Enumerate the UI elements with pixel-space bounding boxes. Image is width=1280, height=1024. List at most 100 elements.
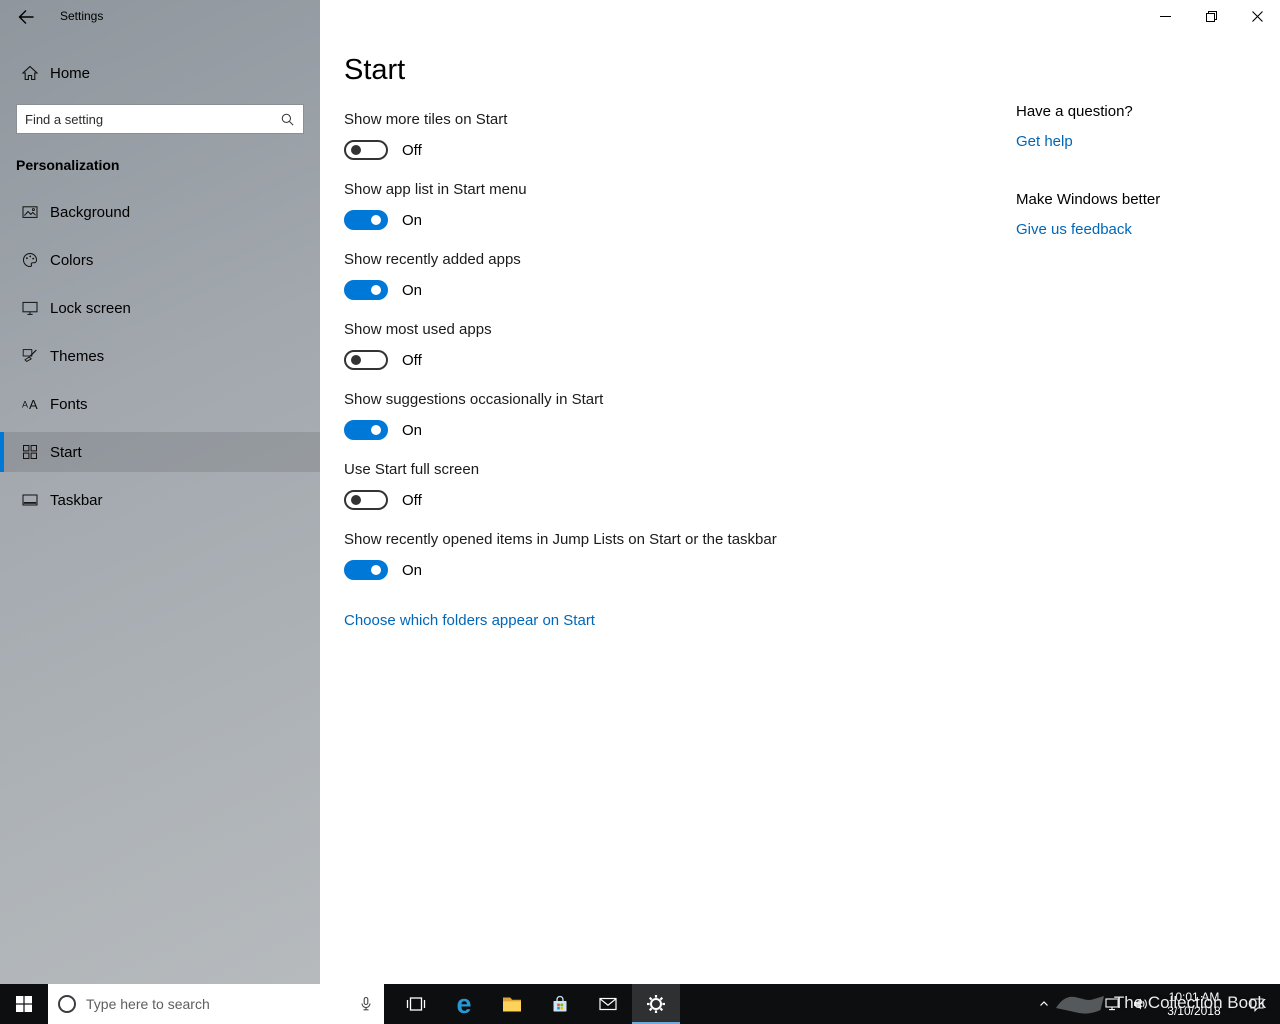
toggle-state-label: On [402,421,423,439]
fonts-icon: AA [22,396,38,412]
setting-show-suggestions: Show suggestions occasionally in Start O… [344,390,904,442]
windows-logo-icon [16,996,32,1012]
show-hidden-icons-button[interactable] [1030,984,1058,1024]
settings-taskbar-button[interactable] [632,984,680,1024]
give-feedback-link[interactable]: Give us feedback [1016,221,1132,238]
get-help-link[interactable]: Get help [1016,133,1073,150]
toggle-switch[interactable] [344,280,388,300]
gear-icon [646,994,666,1014]
setting-label: Show app list in Start menu [344,181,527,198]
lockscreen-icon [22,300,38,316]
page-title: Start [344,54,406,86]
volume-tray-button[interactable] [1126,984,1154,1024]
toggle-switch[interactable] [344,420,388,440]
caption-controls [1142,0,1280,32]
sidebar-item-start[interactable]: Start [0,432,320,472]
microphone-icon[interactable] [358,996,374,1012]
toggle-switch[interactable] [344,560,388,580]
edge-icon: e [456,988,472,1019]
toggle-knob [371,425,381,435]
setting-label: Use Start full screen [344,461,480,478]
svg-text:A: A [29,397,38,412]
chevron-up-icon [1038,998,1050,1010]
screen: Settings Home Personalization [0,0,1280,1024]
setting-label: Show more tiles on Start [344,111,508,128]
sidebar-item-label: Home [50,64,91,82]
network-icon [1104,996,1120,1012]
restore-button[interactable] [1188,0,1234,32]
toggle-state-label: On [402,281,423,299]
toggle-switch[interactable] [344,210,388,230]
cortana-icon [58,995,76,1013]
action-center-button[interactable] [1234,984,1280,1024]
toggle-state-label: On [402,561,423,579]
mail-icon [597,993,619,1015]
make-windows-better-title: Make Windows better [1016,191,1161,208]
sidebar-item-lock-screen[interactable]: Lock screen [0,288,320,328]
search-icon [280,112,295,127]
toggle-knob [351,355,361,365]
sidebar-item-label: Fonts [50,395,88,413]
toggle-knob [371,215,381,225]
have-a-question-title: Have a question? [1016,103,1133,120]
sidebar-item-fonts[interactable]: AA Fonts [0,384,320,424]
find-setting-searchbox[interactable] [16,104,304,134]
start-tiles-icon [22,444,38,460]
toggle-state-label: Off [402,141,422,159]
toggle-switch[interactable] [344,140,388,160]
taskbar-search[interactable] [48,984,384,1024]
taskbar-icon [22,492,38,508]
toggle-state-label: Off [402,351,422,369]
setting-label: Show suggestions occasionally in Start [344,391,604,408]
sidebar-item-home[interactable]: Home [0,53,320,93]
sidebar-item-themes[interactable]: Themes [0,336,320,376]
window-title: Settings [60,9,104,23]
toggle-knob [351,495,361,505]
network-tray-button[interactable] [1098,984,1126,1024]
setting-show-more-tiles: Show more tiles on Start Off [344,110,904,162]
mail-button[interactable] [584,984,632,1024]
settings-window: Settings Home Personalization [0,0,1280,984]
clock-date: 3/10/2018 [1167,1004,1221,1018]
store-icon [549,993,571,1015]
search-input[interactable] [25,111,280,127]
edge-button[interactable]: e [440,984,488,1024]
task-view-button[interactable] [392,984,440,1024]
sidebar-item-label: Colors [50,251,94,269]
task-view-icon [405,993,427,1015]
setting-label: Show recently opened items in Jump Lists… [344,531,777,548]
sidebar-item-background[interactable]: Background [0,192,320,232]
sidebar-item-label: Themes [50,347,105,365]
toggle-switch[interactable] [344,350,388,370]
sidebar-item-colors[interactable]: Colors [0,240,320,280]
file-explorer-icon [501,993,523,1015]
themes-icon [22,348,38,364]
taskbar-search-input[interactable] [86,996,358,1012]
store-button[interactable] [536,984,584,1024]
sidebar-item-label: Start [50,443,82,461]
setting-label: Show recently added apps [344,251,521,268]
toggle-knob [371,565,381,575]
section-header-personalization: Personalization [16,157,120,173]
settings-list: Show more tiles on Start Off Show app li… [344,110,904,630]
setting-show-app-list: Show app list in Start menu On [344,180,904,232]
file-explorer-button[interactable] [488,984,536,1024]
speaker-icon [1132,996,1148,1012]
setting-label: Show most used apps [344,321,492,338]
toggle-switch[interactable] [344,490,388,510]
sidebar-nav-list: Background Colors Lock screen Themes A A… [0,192,320,528]
taskbar: e [0,984,1280,1024]
setting-show-recently-added: Show recently added apps On [344,250,904,302]
sidebar-item-taskbar[interactable]: Taskbar [0,480,320,520]
close-button[interactable] [1234,0,1280,32]
home-icon [22,65,38,81]
back-arrow-icon [16,7,36,27]
minimize-button[interactable] [1142,0,1188,32]
clock[interactable]: 10:01 AM 3/10/2018 [1154,990,1234,1018]
start-button[interactable] [0,984,48,1024]
sidebar-item-label: Lock screen [50,299,131,317]
back-button[interactable] [10,4,42,30]
svg-text:A: A [22,400,28,410]
image-icon [22,204,38,220]
choose-folders-link[interactable]: Choose which folders appear on Start [344,612,595,629]
